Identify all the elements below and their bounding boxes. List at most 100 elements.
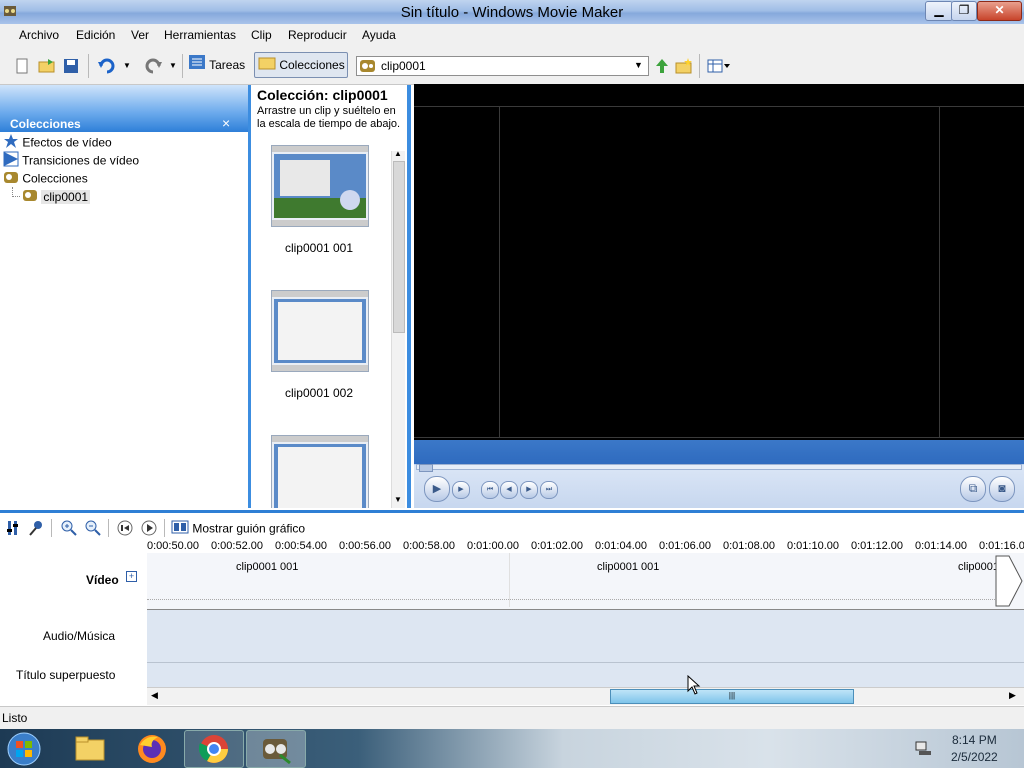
toolbar: ▼ ▼ Tareas Colecciones clip0001 ▼ bbox=[0, 46, 1024, 85]
collection-select[interactable]: clip0001 ▼ bbox=[356, 56, 649, 76]
collections-icon bbox=[3, 169, 19, 190]
tree-item-video-effects[interactable]: Efectos de vídeo bbox=[3, 133, 112, 151]
menu-clip[interactable]: Clip bbox=[251, 28, 272, 42]
play-timeline-icon[interactable] bbox=[141, 520, 157, 539]
timeline-clip[interactable]: clip0001 001 bbox=[147, 553, 510, 607]
timeline-scrollbar[interactable]: ◀ ||| ▶ bbox=[147, 687, 1024, 705]
undo-icon[interactable] bbox=[97, 57, 117, 78]
save-project-icon[interactable] bbox=[63, 58, 79, 77]
video-track-label: Vídeo bbox=[86, 573, 119, 587]
scrollbar-thumb[interactable] bbox=[393, 161, 405, 333]
title-overlay-track[interactable] bbox=[147, 663, 1024, 687]
clip-label: clip0001 001 bbox=[284, 241, 354, 255]
show-storyboard-button[interactable]: Mostrar guión gráfico bbox=[171, 519, 305, 537]
timeline-clip-label: clip0001 001 bbox=[236, 561, 299, 573]
collections-label: Colecciones bbox=[279, 58, 345, 72]
timeline-ruler[interactable]: 0:00:50.00 0:00:52.00 0:00:54.00 0:00:56… bbox=[147, 540, 1024, 553]
split-clip-button[interactable]: ⧉ bbox=[960, 476, 986, 502]
redo-dropdown-icon[interactable]: ▼ bbox=[169, 61, 177, 70]
zoom-in-icon[interactable] bbox=[61, 520, 77, 539]
status-text: Listo bbox=[2, 711, 28, 725]
clip-item[interactable]: clip0001 002 bbox=[251, 290, 391, 400]
taskbar-firefox[interactable] bbox=[124, 731, 180, 766]
clip-label: clip0001 002 bbox=[284, 386, 354, 400]
minimize-button[interactable]: ▁ bbox=[925, 1, 953, 21]
new-collection-icon[interactable] bbox=[675, 58, 693, 77]
ruler-tick: 0:01:02.00 bbox=[531, 540, 583, 552]
views-icon[interactable] bbox=[707, 58, 731, 77]
forward-button[interactable]: ▶ bbox=[520, 481, 538, 499]
audio-music-track[interactable] bbox=[147, 610, 1024, 663]
tree-item-clip0001[interactable]: clip0001 bbox=[22, 187, 91, 205]
menu-ver[interactable]: Ver bbox=[131, 28, 149, 42]
video-track[interactable]: clip0001 001 clip0001 001 clip0001 bbox=[147, 553, 1024, 610]
start-button[interactable] bbox=[4, 731, 44, 767]
timeline-clip[interactable]: clip0001 001 bbox=[510, 553, 995, 607]
network-icon[interactable] bbox=[914, 740, 932, 759]
scroll-down-icon[interactable]: ▼ bbox=[394, 495, 402, 504]
title-bar: Sin título - Windows Movie Maker ▁ ❐ ✕ bbox=[0, 0, 1024, 24]
ruler-tick: 0:01:04.00 bbox=[595, 540, 647, 552]
timeline-clip-label: clip0001 bbox=[958, 561, 999, 573]
play-button[interactable]: ▶ bbox=[424, 476, 450, 502]
firefox-icon bbox=[136, 733, 168, 768]
taskbar: 8:14 PM 2/5/2022 bbox=[0, 729, 1024, 768]
menu-herramientas[interactable]: Herramientas bbox=[164, 28, 236, 42]
collection-scrollbar[interactable]: ▲ ▼ bbox=[391, 149, 405, 508]
tree-item-collections[interactable]: Colecciones bbox=[3, 169, 88, 187]
stop-button[interactable]: ▶ bbox=[452, 481, 470, 499]
ruler-tick: 0:00:52.00 bbox=[211, 540, 263, 552]
seek-thumb[interactable] bbox=[419, 464, 433, 472]
close-icon[interactable]: × bbox=[222, 115, 230, 131]
menu-reproducir[interactable]: Reproducir bbox=[288, 28, 347, 42]
collection-select-icon bbox=[359, 58, 377, 77]
menu-ayuda[interactable]: Ayuda bbox=[362, 28, 396, 42]
clip-item[interactable] bbox=[251, 435, 391, 508]
clock-time[interactable]: 8:14 PM bbox=[952, 733, 997, 747]
tree-item-label: clip0001 bbox=[41, 189, 91, 204]
seek-bar[interactable] bbox=[416, 464, 1022, 472]
clip-thumbnail bbox=[271, 290, 369, 372]
restore-button[interactable]: ❐ bbox=[951, 1, 977, 21]
zoom-out-icon[interactable] bbox=[85, 520, 101, 539]
playback-controls: ▶ ▶ ⏮ ◀ ▶ ⏭ ⧉ ◙ bbox=[414, 440, 1024, 508]
narrate-timeline-icon[interactable] bbox=[28, 520, 44, 539]
tree-item-label: Efectos de vídeo bbox=[22, 135, 112, 150]
up-level-icon[interactable] bbox=[654, 58, 670, 77]
clip-item[interactable]: clip0001 001 bbox=[251, 145, 391, 255]
tasks-button[interactable]: Tareas bbox=[188, 54, 250, 76]
set-audio-levels-icon[interactable] bbox=[6, 520, 20, 539]
tree-item-video-transitions[interactable]: Transiciones de vídeo bbox=[3, 151, 139, 169]
close-button[interactable]: ✕ bbox=[977, 1, 1022, 21]
redo-icon[interactable] bbox=[143, 57, 163, 78]
tasks-label: Tareas bbox=[209, 58, 246, 72]
ruler-tick: 0:01:10.00 bbox=[787, 540, 839, 552]
chevron-down-icon[interactable]: ▼ bbox=[634, 60, 643, 70]
clock-date[interactable]: 2/5/2022 bbox=[951, 750, 998, 764]
open-project-icon[interactable] bbox=[38, 58, 56, 77]
new-project-icon[interactable] bbox=[14, 58, 30, 77]
rewind-timeline-icon[interactable] bbox=[117, 520, 133, 539]
take-picture-button[interactable]: ◙ bbox=[989, 476, 1015, 502]
previous-frame-button[interactable]: ⏮ bbox=[481, 481, 499, 499]
undo-dropdown-icon[interactable]: ▼ bbox=[123, 61, 131, 70]
menu-edicion[interactable]: Edición bbox=[76, 28, 115, 42]
chrome-icon bbox=[198, 733, 230, 768]
rewind-button[interactable]: ◀ bbox=[500, 481, 518, 499]
menu-archivo[interactable]: Archivo bbox=[19, 28, 59, 42]
transition-marker[interactable] bbox=[995, 555, 1023, 610]
ruler-tick: 0:01:08.00 bbox=[723, 540, 775, 552]
collections-button[interactable]: Colecciones bbox=[254, 52, 348, 78]
expand-icon[interactable]: + bbox=[126, 571, 137, 582]
taskbar-chrome[interactable] bbox=[184, 730, 244, 768]
scrollbar-thumb[interactable]: ||| bbox=[610, 689, 854, 704]
next-frame-button[interactable]: ⏭ bbox=[540, 481, 558, 499]
tasks-icon bbox=[188, 54, 206, 77]
taskbar-explorer[interactable] bbox=[62, 731, 118, 766]
scroll-right-icon[interactable]: ▶ bbox=[1009, 690, 1016, 701]
scroll-up-icon[interactable]: ▲ bbox=[394, 149, 402, 158]
taskbar-movie-maker[interactable] bbox=[246, 730, 306, 768]
timeline-clip-label: clip0001 001 bbox=[597, 561, 660, 573]
ruler-tick: 0:00:56.00 bbox=[339, 540, 391, 552]
scroll-left-icon[interactable]: ◀ bbox=[151, 690, 158, 701]
